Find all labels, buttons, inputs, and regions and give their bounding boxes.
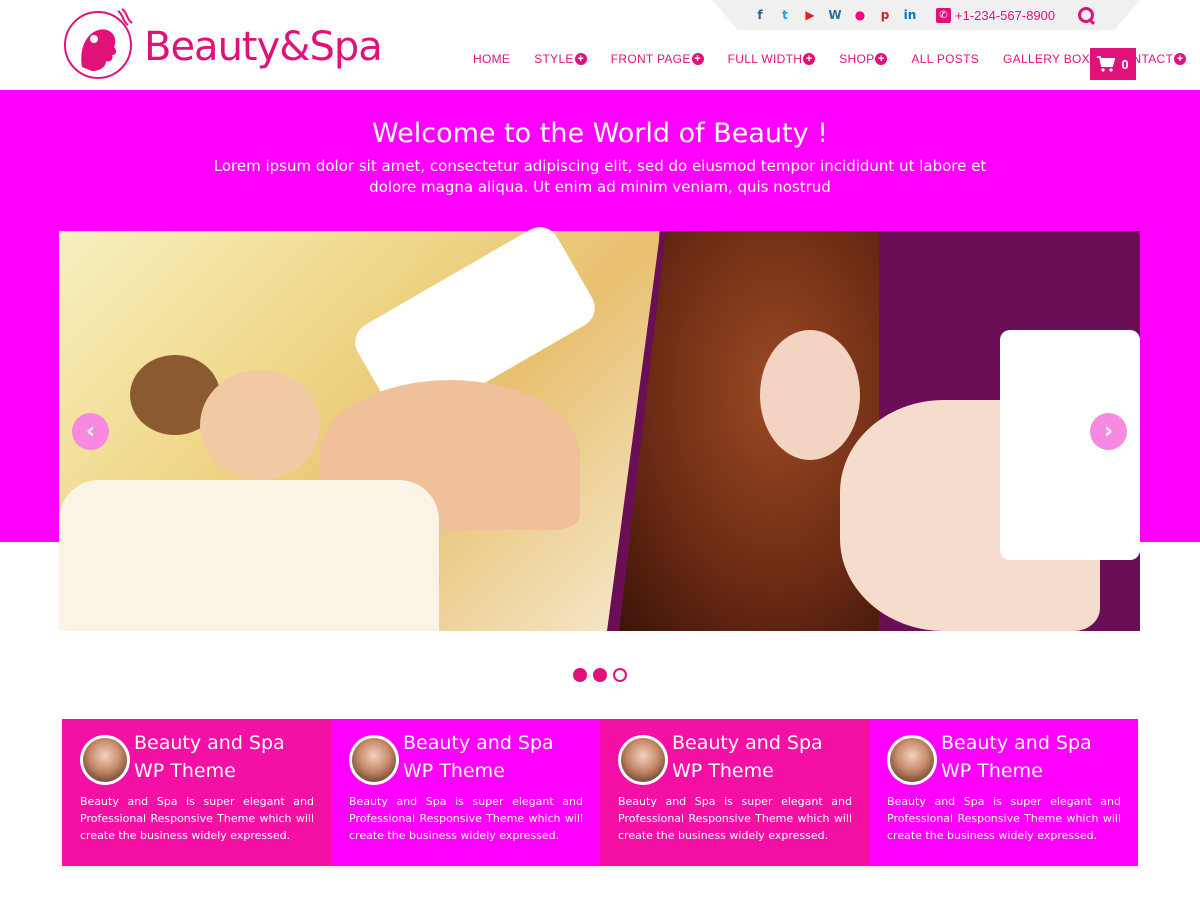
nav-item-all-posts[interactable]: ALL POSTS [911, 52, 979, 66]
nav-item-home[interactable]: HOME [473, 52, 510, 66]
feature-box[interactable]: Beauty and Spa WP Theme Beauty and Spa i… [331, 719, 600, 866]
facebook-icon[interactable]: f [752, 7, 768, 23]
slider-dot-active[interactable] [613, 668, 627, 682]
feature-text: Beauty and Spa is super elegant and Prof… [349, 795, 583, 842]
photo-towel-left-shape [59, 480, 439, 631]
nav-item-full-width[interactable]: FULL WIDTH + [728, 52, 816, 66]
social-links: f t ▶ W ● p in [752, 7, 918, 23]
photo-face-left-shape [200, 370, 320, 480]
feature-boxes: Beauty and Spa WP Theme Beauty and Spa i… [62, 719, 1138, 866]
hero-subtitle: Lorem ipsum dolor sit amet, consectetur … [213, 157, 987, 196]
nav-item-label: FULL WIDTH [727, 52, 803, 66]
nav-item-label: ALL POSTS [911, 52, 980, 66]
feature-box[interactable]: Beauty and Spa WP Theme Beauty and Spa i… [62, 719, 331, 866]
plus-circle-icon: + [574, 53, 587, 65]
plus-circle-icon: + [1174, 53, 1187, 65]
avatar [349, 735, 399, 785]
feature-title: Beauty and Spa WP Theme [134, 732, 285, 782]
nav-item-label: SHOP [839, 52, 875, 66]
flickr-icon[interactable]: ● [852, 7, 868, 23]
hero-title: Welcome to the World of Beauty ! [372, 118, 828, 149]
phone-number: +1-234-567-8900 [955, 7, 1056, 23]
site-header: Beauty&Spa f t ▶ W ● p in ✆ +1-234-567-8… [0, 0, 1200, 90]
feature-title: Beauty and Spa WP Theme [941, 732, 1092, 782]
phone-icon: ✆ [936, 7, 951, 23]
slider-dot[interactable] [593, 668, 607, 682]
logo-text: Beauty&Spa [144, 24, 383, 70]
wordpress-icon[interactable]: W [827, 7, 843, 23]
linkedin-icon[interactable]: in [902, 7, 918, 23]
photo-face-shape [760, 330, 860, 460]
slider-dot[interactable] [573, 668, 587, 682]
shopping-cart-icon [1097, 56, 1116, 72]
plus-circle-icon: + [803, 53, 816, 65]
feature-title: Beauty and Spa WP Theme [403, 732, 554, 782]
feature-title: Beauty and Spa WP Theme [672, 732, 823, 782]
avatar [887, 735, 937, 785]
slider-next-button[interactable]: › [1090, 413, 1127, 450]
nav-item-gallery-box[interactable]: GALLERY BOX [1003, 52, 1090, 66]
woman-profile-logo-icon [64, 8, 133, 79]
avatar-photo [83, 738, 127, 782]
top-contact-bar: f t ▶ W ● p in ✆ +1-234-567-8900 [712, 0, 1140, 30]
nav-item-label: HOME [473, 52, 511, 66]
feature-box[interactable]: Beauty and Spa WP Theme Beauty and Spa i… [600, 719, 869, 866]
nav-item-label: FRONT PAGE [610, 52, 691, 66]
avatar-photo [890, 738, 934, 782]
avatar-photo [621, 738, 665, 782]
avatar [80, 735, 130, 785]
twitter-icon[interactable]: t [777, 7, 793, 23]
nav-item-label: STYLE [534, 52, 574, 66]
cart-button[interactable]: 0 [1090, 48, 1136, 80]
page: Beauty&Spa f t ▶ W ● p in ✆ +1-234-567-8… [0, 0, 1200, 900]
cart-count: 0 [1121, 56, 1129, 72]
nav-item-front-page[interactable]: FRONT PAGE + [611, 52, 704, 66]
feature-box[interactable]: Beauty and Spa WP Theme Beauty and Spa i… [869, 719, 1138, 866]
pinterest-icon[interactable]: p [877, 7, 893, 23]
site-logo[interactable]: Beauty&Spa [62, 4, 392, 84]
nav-item-shop[interactable]: SHOP + [839, 52, 888, 66]
plus-circle-icon: + [875, 53, 888, 65]
avatar [618, 735, 668, 785]
slider-prev-button[interactable]: ‹ [72, 413, 109, 450]
youtube-icon[interactable]: ▶ [802, 7, 818, 23]
avatar-photo [352, 738, 396, 782]
slider-pagination [573, 668, 627, 682]
nav-item-label: GALLERY BOX [1003, 52, 1090, 66]
plus-circle-icon: + [691, 53, 704, 65]
feature-text: Beauty and Spa is super elegant and Prof… [618, 795, 852, 842]
search-icon[interactable] [1077, 6, 1095, 24]
phone-link[interactable]: ✆ +1-234-567-8900 [936, 7, 1056, 23]
feature-text: Beauty and Spa is super elegant and Prof… [887, 795, 1121, 842]
feature-text: Beauty and Spa is super elegant and Prof… [80, 795, 314, 842]
nav-item-style[interactable]: STYLE + [534, 52, 587, 66]
